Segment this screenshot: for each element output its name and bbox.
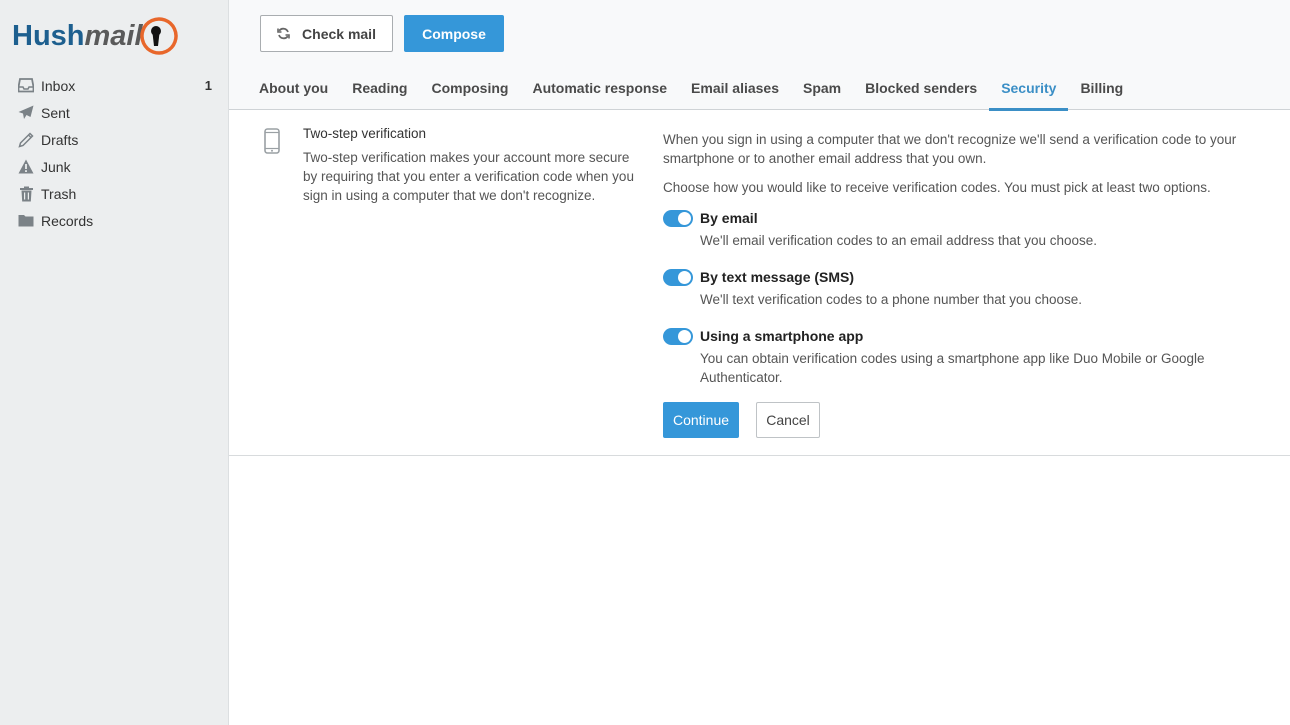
folder-label: Sent [41, 104, 70, 121]
trash-icon [18, 186, 34, 202]
toggle-knob [678, 271, 691, 284]
hushmail-logo[interactable]: Hush mail [12, 14, 179, 58]
refresh-icon [277, 27, 290, 40]
top-toolbar: Check mail Compose About you Reading Com… [229, 0, 1290, 111]
warning-icon [18, 159, 34, 175]
tab-automatic-response[interactable]: Automatic response [520, 66, 679, 110]
folder-records[interactable]: Records [0, 207, 228, 234]
folder-trash[interactable]: Trash [0, 180, 228, 207]
option-email: By email We'll email verification codes … [663, 209, 1283, 250]
option-description: We'll text verification codes to a phone… [700, 292, 1083, 307]
pencil-icon [18, 131, 34, 148]
smartphone-icon [264, 128, 280, 159]
folder-inbox[interactable]: Inbox 1 [0, 72, 228, 99]
folder-icon [18, 213, 34, 229]
smartphone-app-toggle[interactable] [663, 328, 693, 345]
toggle-knob [678, 330, 691, 343]
folder-drafts[interactable]: Drafts [0, 126, 228, 153]
folder-label: Junk [41, 158, 71, 175]
form-actions: Continue Cancel [663, 402, 1283, 438]
folder-label: Trash [41, 185, 77, 202]
option-title: By email [700, 210, 758, 226]
tab-billing[interactable]: Billing [1068, 66, 1135, 110]
option-sms: By text message (SMS) We'll text verific… [663, 268, 1283, 309]
option-description: We'll email verification codes to an ema… [700, 233, 1098, 248]
email-toggle[interactable] [663, 210, 693, 227]
tab-composing[interactable]: Composing [419, 66, 520, 110]
tab-email-aliases[interactable]: Email aliases [679, 66, 791, 110]
option-title: By text message (SMS) [700, 269, 855, 285]
inbox-icon [18, 78, 34, 94]
compose-button[interactable]: Compose [404, 15, 504, 52]
option-title: Using a smartphone app [700, 328, 864, 344]
tab-reading[interactable]: Reading [340, 66, 419, 110]
keyhole-logo-icon [139, 17, 178, 55]
logo-text-secondary: mail [84, 19, 143, 52]
folder-sent[interactable]: Sent [0, 99, 228, 126]
sms-toggle[interactable] [663, 269, 693, 286]
folder-label: Drafts [41, 131, 79, 148]
option-smartphone-app: Using a smartphone app You can obtain ve… [663, 327, 1283, 387]
paper-plane-icon [18, 105, 34, 121]
toggle-knob [678, 212, 691, 225]
folder-list: Inbox 1 Sent Drafts Junk Trash Records [0, 72, 228, 234]
folder-label: Inbox [41, 77, 76, 94]
tab-blocked-senders[interactable]: Blocked senders [853, 66, 989, 110]
section-intro: Two-step verification Two-step verificat… [303, 126, 638, 205]
option-description: You can obtain verification codes using … [700, 351, 1205, 385]
check-mail-label: Check mail [302, 25, 376, 42]
tab-spam[interactable]: Spam [791, 66, 853, 110]
security-content: Two-step verification Two-step verificat… [229, 111, 1290, 456]
tab-security[interactable]: Security [989, 66, 1069, 111]
section-title: Two-step verification [303, 126, 427, 141]
logo-text-primary: Hush [12, 19, 85, 52]
intro-text: When you sign in using a computer that w… [663, 132, 1237, 166]
sidebar: Hush mail Inbox 1 Sent Drafts Junk Trash… [0, 0, 229, 725]
section-description: Two-step verification makes your account… [303, 150, 634, 203]
tab-about-you[interactable]: About you [247, 66, 340, 110]
verification-options-panel: When you sign in using a computer that w… [663, 130, 1283, 438]
folder-junk[interactable]: Junk [0, 153, 228, 180]
cancel-button[interactable]: Cancel [756, 402, 820, 438]
check-mail-button[interactable]: Check mail [260, 15, 393, 52]
compose-label: Compose [422, 25, 486, 42]
continue-button[interactable]: Continue [663, 402, 739, 438]
settings-tabs: About you Reading Composing Automatic re… [247, 66, 1135, 111]
instruction-text: Choose how you would like to receive ver… [663, 180, 1211, 195]
unread-count: 1 [204, 78, 212, 93]
folder-label: Records [41, 212, 94, 229]
